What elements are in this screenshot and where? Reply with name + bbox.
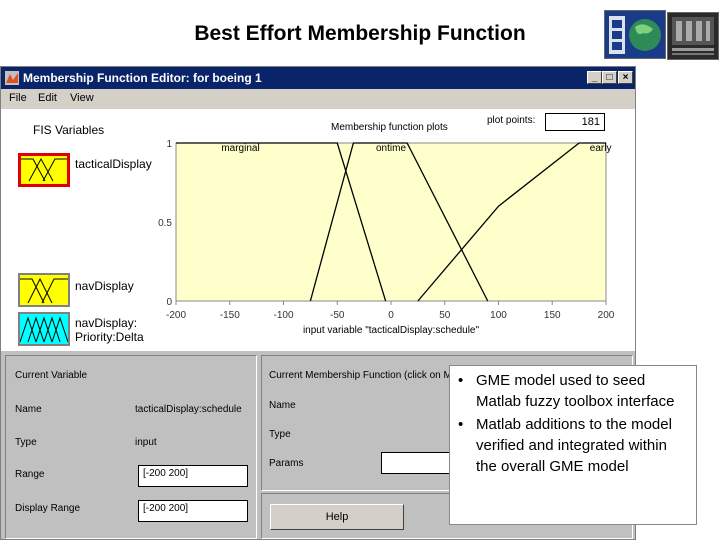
x-tick-label: -200 — [166, 310, 186, 321]
menu-edit[interactable]: Edit — [38, 92, 57, 104]
bullet-text-1: GME model used to seed Matlab fuzzy tool… — [476, 372, 675, 410]
y-tick-label: 0.5 — [158, 218, 172, 229]
plot-points-input[interactable]: 181 — [545, 113, 605, 131]
mf-label-early: early — [590, 143, 612, 154]
fis-var-icon-priority-delta[interactable] — [18, 312, 70, 346]
x-tick-label: 150 — [544, 310, 561, 321]
fis-var-icon-tacticaldisplay[interactable] — [18, 153, 70, 187]
mf-params-label: Params — [269, 458, 304, 469]
mf-triangles-icon — [21, 157, 67, 182]
x-tick-label: 200 — [598, 310, 615, 321]
window-title: Membership Function Editor: for boeing 1 — [23, 71, 262, 85]
bullet-text-2: Matlab additions to the model verified a… — [476, 416, 672, 475]
bullet-item-2: • Matlab additions to the model verified… — [458, 414, 690, 477]
bullet-icon: • — [458, 416, 464, 433]
bullet-item-1: • GME model used to seed Matlab fuzzy to… — [458, 370, 690, 412]
close-button[interactable]: × — [618, 71, 633, 84]
window-titlebar[interactable]: Membership Function Editor: for boeing 1… — [1, 67, 635, 89]
y-tick-label: 0 — [166, 297, 172, 308]
institute-logo-icon — [668, 13, 718, 59]
matlab-icon — [5, 71, 19, 85]
cv-display-range-input[interactable]: [-200 200] — [138, 500, 248, 522]
maximize-button[interactable]: □ — [602, 71, 617, 84]
cv-name-value: tacticalDisplay:schedule — [135, 404, 242, 415]
cv-display-range-label: Display Range — [15, 503, 81, 514]
cv-type-label: Type — [15, 437, 37, 448]
x-tick-label: 100 — [490, 310, 507, 321]
mf-label-marginal: marginal — [221, 143, 259, 154]
x-tick-label: 50 — [439, 310, 451, 321]
fis-variables-label: FIS Variables — [33, 123, 105, 137]
menu-bar: File Edit View — [1, 89, 635, 109]
plot-area — [175, 142, 607, 302]
x-axis-label: input variable "tacticalDisplay:schedule… — [303, 325, 480, 336]
mf-plot[interactable]: -200 -150 -100 -50 0 50 100 150 200 0 0.5 1 input va… — [141, 133, 621, 351]
cv-name-label: Name — [15, 404, 42, 415]
minimize-button[interactable]: _ — [587, 71, 602, 84]
logo-left — [604, 10, 666, 59]
fis-plot-area: FIS Variables tacticalDisplay navDisplay — [1, 109, 635, 351]
mf-label-ontime: ontime — [376, 143, 406, 154]
mf-name-label: Name — [269, 400, 296, 411]
bullet-icon: • — [458, 372, 464, 389]
plot-points-label: plot points: — [487, 115, 536, 126]
logo-right — [667, 12, 719, 60]
x-tick-label: 0 — [388, 310, 394, 321]
mf-type-label: Type — [269, 429, 291, 440]
bullet-textbox: • GME model used to seed Matlab fuzzy to… — [449, 365, 697, 525]
current-variable-title: Current Variable — [15, 370, 88, 381]
help-button[interactable]: Help — [270, 504, 404, 530]
cv-range-input[interactable]: [-200 200] — [138, 465, 248, 487]
cv-type-value: input — [135, 437, 157, 448]
globe-icon — [605, 11, 665, 58]
cv-range-label: Range — [15, 469, 45, 480]
mf-triangles-icon — [20, 277, 68, 304]
x-tick-label: -150 — [220, 310, 240, 321]
x-tick-label: -100 — [273, 310, 293, 321]
current-variable-frame: Current Variable Name tacticalDisplay:sc… — [5, 355, 257, 539]
menu-view[interactable]: View — [70, 92, 94, 104]
mf-plots-label: Membership function plots — [331, 122, 448, 133]
y-tick-label: 1 — [166, 139, 172, 150]
fis-var-icon-navdisplay[interactable] — [18, 273, 70, 307]
x-tick-label: -50 — [330, 310, 345, 321]
menu-file[interactable]: File — [9, 92, 27, 104]
mf-triangles-icon — [19, 316, 69, 343]
